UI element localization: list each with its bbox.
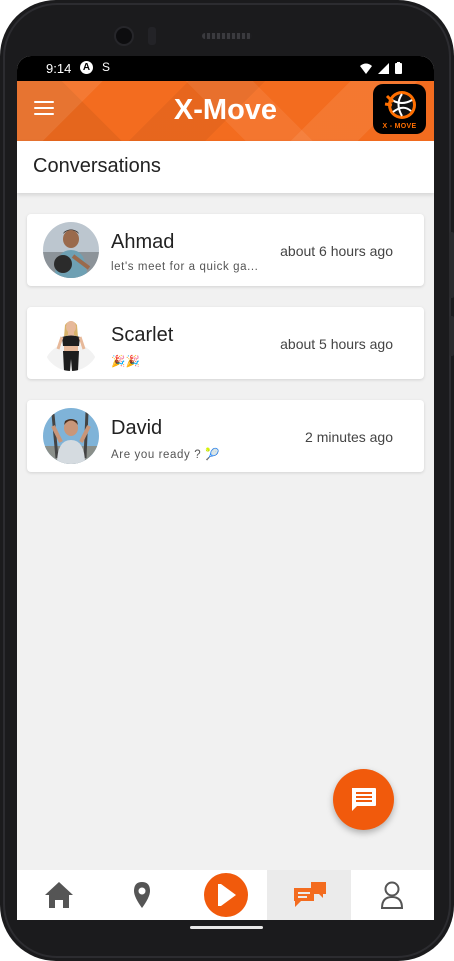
avatar: [43, 315, 99, 371]
conversation-preview: Are you ready ? 🎾: [111, 449, 220, 461]
status-icons: [360, 62, 402, 74]
wifi-icon: [360, 63, 372, 74]
nav-map[interactable]: [101, 870, 184, 920]
page-title: Conversations: [33, 155, 161, 177]
app-badge-icon: A: [80, 61, 93, 74]
avatar: [43, 222, 99, 278]
app-bar: X-Move X - MOVE: [17, 81, 434, 141]
conversation-preview: let's meet for a quick ga...: [111, 261, 259, 273]
conversation-item-ahmad[interactable]: Ahmad let's meet for a quick ga... about…: [27, 214, 424, 286]
conversation-time: about 6 hours ago: [280, 243, 393, 259]
conversation-preview: 🎉🎉: [111, 356, 141, 368]
power-button: [449, 232, 454, 298]
nav-home[interactable]: [17, 870, 101, 920]
nav-chat[interactable]: [267, 870, 351, 920]
phone-frame: 9:14 A S X-Move X - MOVE Conversations A…: [0, 0, 454, 961]
chat-bubbles-icon: [294, 882, 326, 907]
bottom-navigation: [17, 870, 434, 920]
notification-icon: S: [102, 60, 111, 74]
volume-button: [449, 316, 454, 356]
app-screen: 9:14 A S X-Move X - MOVE Conversations A…: [17, 56, 434, 920]
conversation-name: David: [111, 417, 163, 439]
avatar: [43, 408, 99, 464]
conversation-item-scarlet[interactable]: Scarlet 🎉🎉 about 5 hours ago: [27, 307, 424, 379]
message-icon: [352, 788, 376, 811]
nav-profile[interactable]: [351, 870, 434, 920]
location-pin-icon: [134, 882, 150, 908]
logo-text: X - MOVE: [382, 123, 417, 130]
conversation-time: 2 minutes ago: [305, 429, 393, 445]
earpiece-speaker: [202, 33, 252, 39]
app-logo[interactable]: X - MOVE: [373, 84, 426, 134]
app-title: X-Move: [173, 94, 278, 126]
nav-play[interactable]: [184, 870, 267, 920]
conversation-name: Ahmad: [111, 231, 175, 253]
conversation-name: Scarlet: [111, 324, 174, 346]
new-message-button[interactable]: [333, 769, 394, 830]
home-icon: [45, 882, 73, 908]
front-camera: [114, 26, 134, 46]
gesture-bar: [190, 926, 263, 929]
signal-icon: [378, 63, 389, 74]
sensor: [148, 27, 156, 45]
status-bar: 9:14 A S: [17, 56, 434, 81]
conversation-time: about 5 hours ago: [280, 336, 393, 352]
battery-icon: [395, 63, 402, 74]
status-time: 9:14: [46, 61, 72, 76]
page-header: Conversations: [17, 141, 434, 193]
play-icon: [204, 873, 248, 917]
profile-icon: [380, 881, 404, 909]
conversation-item-david[interactable]: David Are you ready ? 🎾 2 minutes ago: [27, 400, 424, 472]
